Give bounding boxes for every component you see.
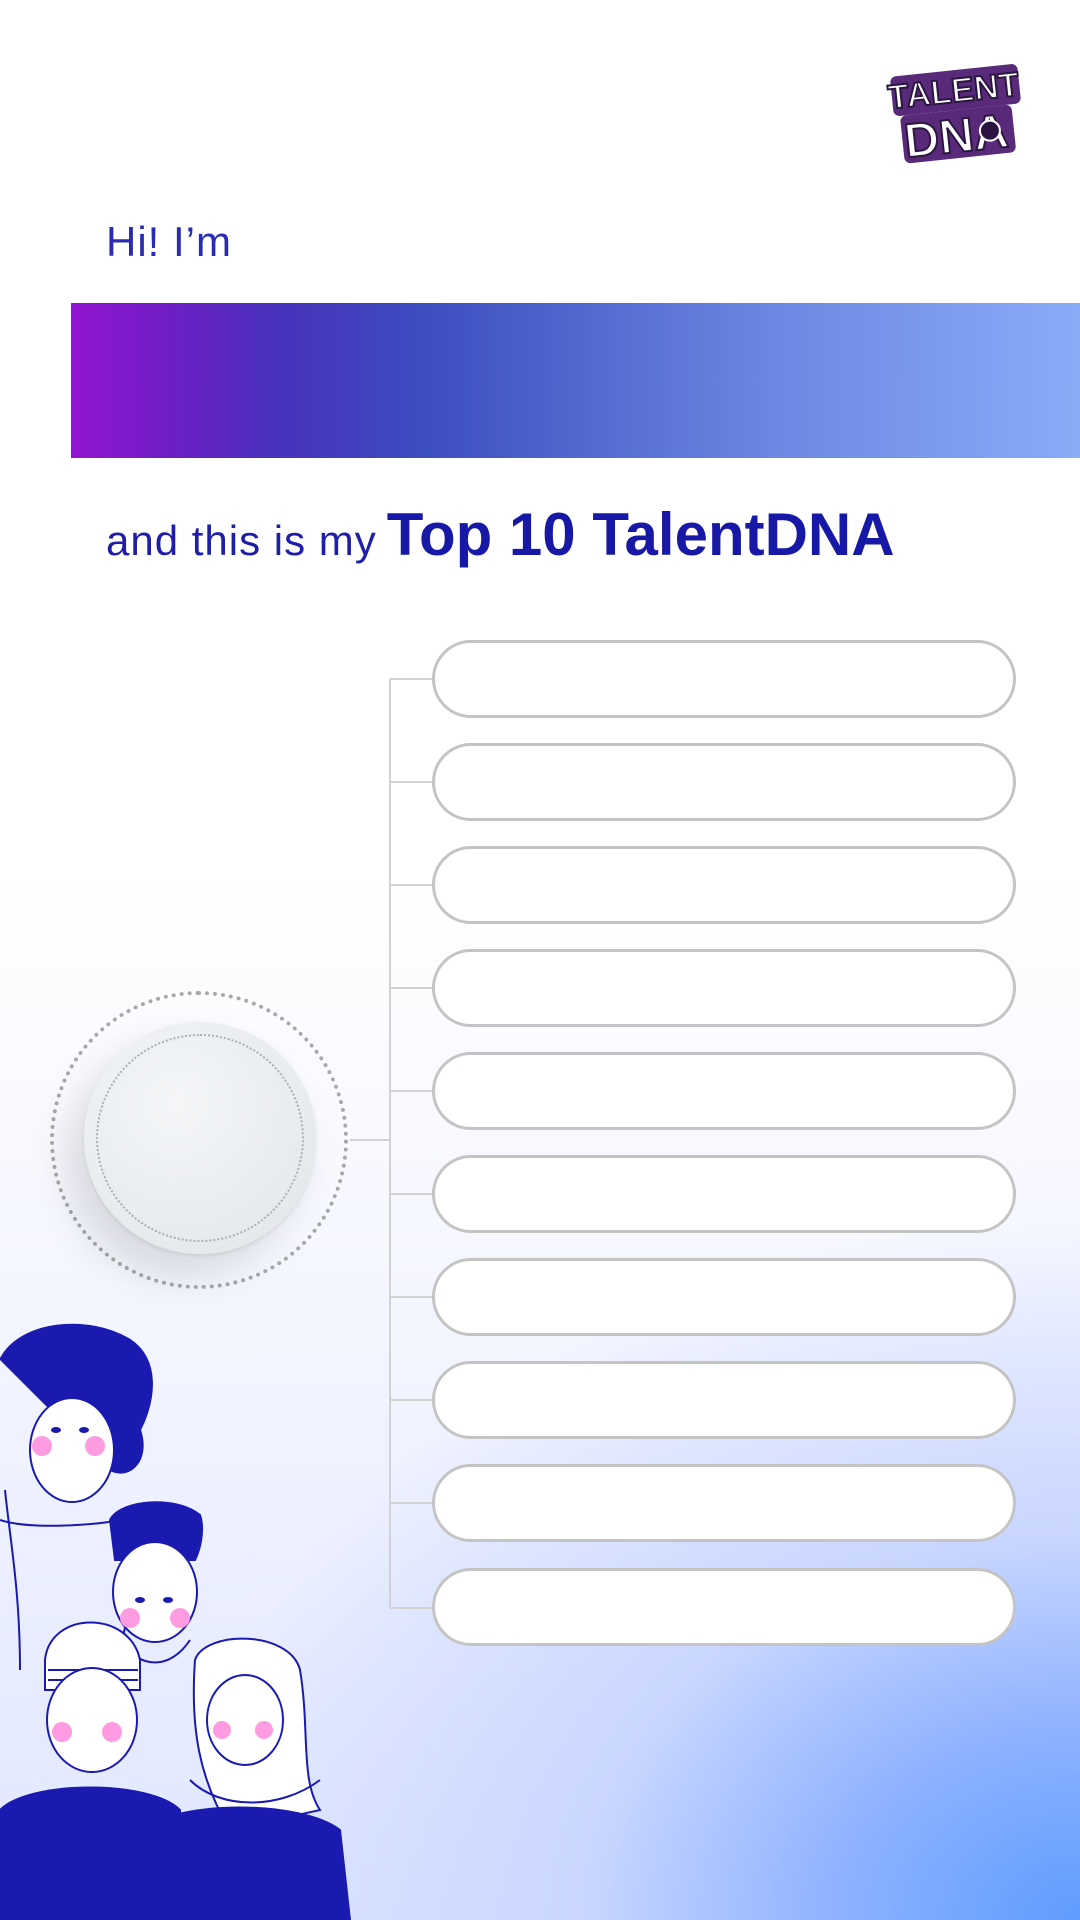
talent-slot-5[interactable]	[432, 1052, 1016, 1130]
headline-lead: and this is my	[106, 517, 377, 564]
talent-slot-8[interactable]	[432, 1361, 1016, 1439]
talent-slot-3[interactable]	[432, 846, 1016, 924]
avatar-photo-placeholder[interactable]	[84, 1022, 316, 1254]
talent-slot-7[interactable]	[432, 1258, 1016, 1336]
people-illustration	[0, 1323, 352, 1920]
name-banner[interactable]	[71, 303, 1080, 458]
talent-slot-1[interactable]	[432, 640, 1016, 718]
talentdna-logo: TALENT DNA	[885, 64, 1022, 166]
talent-slot-9[interactable]	[432, 1464, 1016, 1542]
headline-emphasis: Top 10 TalentDNA	[386, 501, 895, 568]
talent-slot-6[interactable]	[432, 1155, 1016, 1233]
talent-slot-2[interactable]	[432, 743, 1016, 821]
headline: and this is my Top 10 TalentDNA	[106, 500, 895, 569]
talent-slot-4[interactable]	[432, 949, 1016, 1027]
talent-slot-10[interactable]	[432, 1568, 1016, 1646]
greeting-text: Hi! I’m	[106, 218, 232, 265]
